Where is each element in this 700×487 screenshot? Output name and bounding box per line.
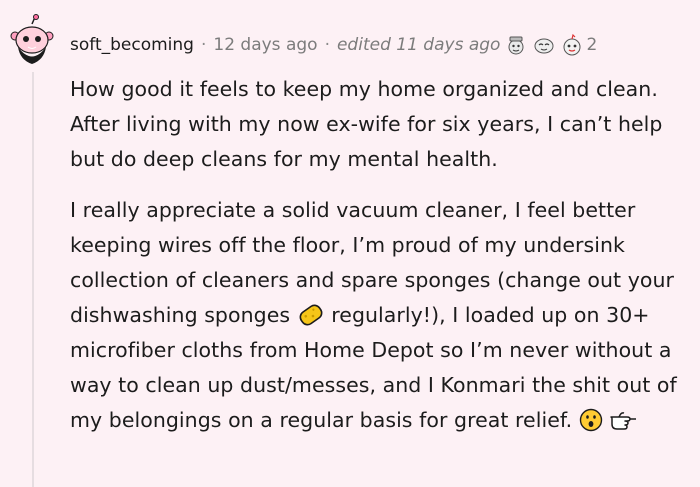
edited-timestamp: edited 11 days ago bbox=[336, 35, 501, 55]
comment-header: soft_becoming · 12 days ago · edited 11 … bbox=[70, 32, 597, 58]
comment: soft_becoming · 12 days ago · edited 11 … bbox=[0, 0, 700, 487]
sponge-emoji-icon bbox=[299, 304, 323, 326]
timestamp[interactable]: 12 days ago bbox=[213, 35, 317, 55]
separator: · bbox=[324, 35, 330, 55]
surprised-emoji-icon bbox=[579, 408, 602, 432]
award-count: 2 bbox=[586, 35, 598, 55]
comment-paragraph-1: How good it feels to keep my home organi… bbox=[70, 77, 663, 171]
award-icon-2[interactable] bbox=[532, 33, 556, 57]
comment-body: How good it feels to keep my home organi… bbox=[70, 72, 694, 438]
thread-line[interactable] bbox=[32, 72, 34, 487]
comment-paragraph-2: I really appreciate a solid vacuum clean… bbox=[70, 193, 694, 438]
pointing-hand-emoji-icon bbox=[610, 412, 637, 430]
award-icon-1[interactable] bbox=[504, 33, 528, 57]
reddit-avatar-icon[interactable] bbox=[8, 14, 56, 66]
separator: · bbox=[200, 35, 207, 55]
award-icon-3[interactable] bbox=[560, 33, 584, 57]
username-link[interactable]: soft_becoming bbox=[70, 35, 194, 55]
